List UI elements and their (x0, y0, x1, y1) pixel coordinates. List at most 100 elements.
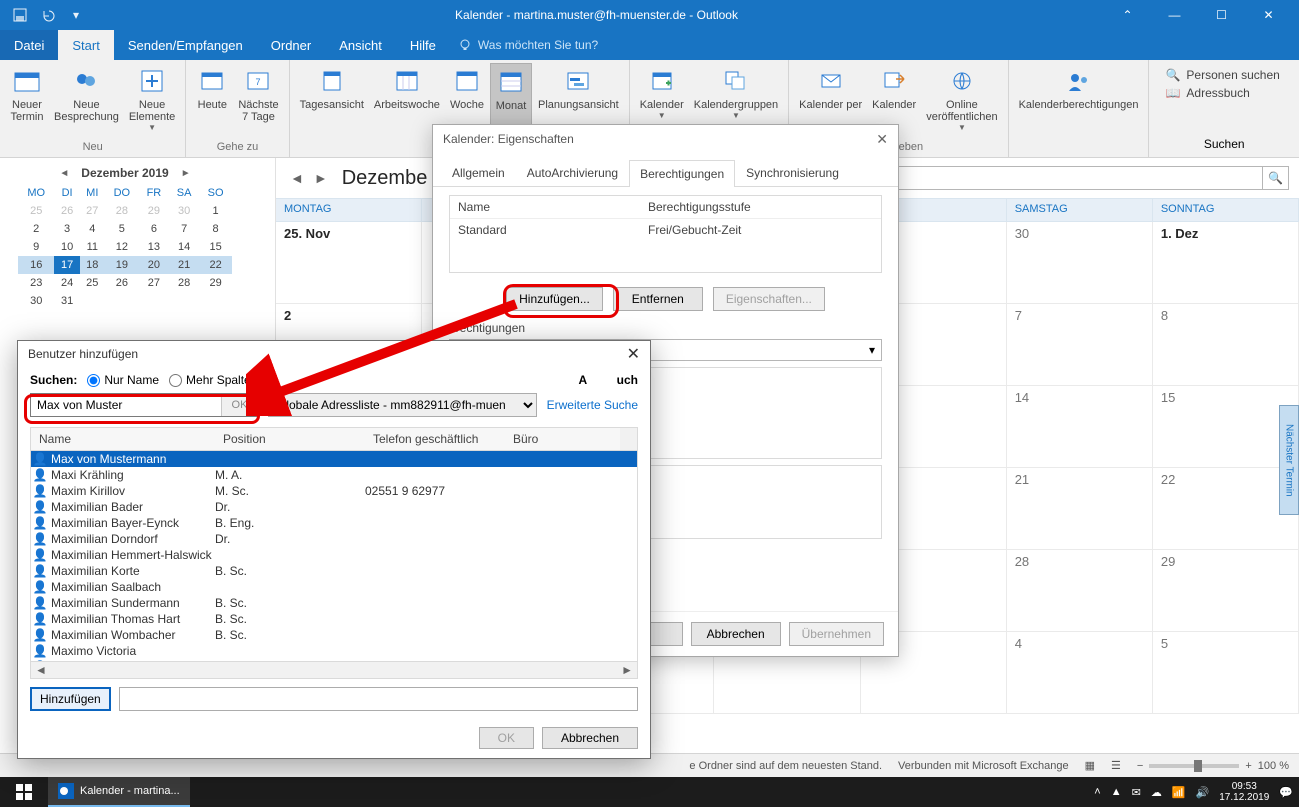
add-to-list-field[interactable] (119, 687, 638, 711)
month-next-button[interactable]: ► (310, 170, 332, 186)
status-connection: Verbunden mit Microsoft Exchange (898, 760, 1069, 772)
adduser-close-button[interactable]: ✕ (627, 344, 640, 364)
props-apply-button[interactable]: Übernehmen (789, 622, 884, 646)
view-reading-icon[interactable]: ☰ (1111, 759, 1121, 772)
perm-row-level: Frei/Gebucht-Zeit (640, 219, 881, 241)
result-row[interactable]: 👤Maximilian BaderDr. (31, 499, 637, 515)
window-controls: ⌃ — ☐ ✕ (1105, 0, 1291, 30)
result-row[interactable]: 👤Maximilian WombacherB. Sc. (31, 627, 637, 643)
tray-notifications-icon[interactable]: 💬 (1279, 786, 1293, 799)
tray-network-icon[interactable]: 📶 (1172, 786, 1186, 799)
add-to-list-button[interactable]: Hinzufügen (30, 687, 111, 711)
person-icon: 👤 (33, 581, 47, 593)
addressbook-button[interactable]: 📖Adressbuch (1159, 84, 1255, 102)
minimize-button[interactable]: — (1152, 0, 1197, 30)
system-tray[interactable]: ˄ ▲ ✉ ☁ 📶 🔊 09:5317.12.2019 💬 (1094, 781, 1299, 803)
today-button[interactable]: Heute (192, 63, 232, 141)
calendar-search-button[interactable]: 🔍 (1263, 166, 1289, 190)
result-row[interactable]: 👤Maximo Victoria (31, 643, 637, 659)
props-close-button[interactable]: ✕ (876, 131, 888, 148)
user-search-input[interactable] (31, 394, 221, 416)
result-row[interactable]: 👤Maxi KrählingM. A. (31, 467, 637, 483)
day-view-button[interactable]: Tagesansicht (296, 63, 368, 141)
result-row[interactable]: 👤Maximilian SundermannB. Sc. (31, 595, 637, 611)
taskbar: Kalender - martina... ˄ ▲ ✉ ☁ 📶 🔊 09:531… (0, 777, 1299, 807)
mini-next-button[interactable]: ► (181, 168, 191, 179)
permissions-list[interactable]: NameBerechtigungsstufe StandardFrei/Gebu… (449, 195, 882, 273)
props-tab-3[interactable]: Synchronisierung (735, 159, 850, 186)
start-button[interactable] (0, 777, 48, 807)
props-tab-2[interactable]: Berechtigungen (629, 160, 735, 187)
result-row[interactable]: 👤Maximilian KorteB. Sc. (31, 563, 637, 579)
add-permission-button[interactable]: Hinzufügen... (506, 287, 603, 311)
opt-more-columns[interactable]: Mehr Spalten (169, 373, 257, 387)
tray-volume-icon[interactable]: 🔊 (1196, 786, 1210, 799)
tray-outlook-icon[interactable]: ✉ (1132, 786, 1141, 799)
adduser-cancel-button[interactable]: Abbrechen (542, 727, 638, 749)
publish-online-button[interactable]: Online veröffentlichen▼ (922, 63, 1001, 141)
addressbook-dropdown[interactable]: Globale Adressliste - mm882911@fh-muen (268, 393, 537, 417)
book-icon: 📖 (1165, 86, 1180, 100)
adduser-ok-button[interactable]: OK (479, 727, 534, 749)
tell-me[interactable]: Was möchten Sie tun? (458, 30, 598, 60)
mini-prev-button[interactable]: ◄ (59, 168, 69, 179)
new-items-button[interactable]: Neue Elemente▼ (125, 63, 179, 141)
opt-name-only[interactable]: Nur Name (87, 373, 159, 387)
result-row[interactable]: 👤Maximilian DorndorfDr. (31, 531, 637, 547)
qa-chevron-down-icon[interactable]: ▾ (64, 4, 88, 26)
chevron-down-icon: ▾ (869, 343, 875, 357)
person-icon: 👤 (33, 549, 47, 561)
col-phone[interactable]: Telefon geschäftlich (365, 428, 505, 450)
search-ok-button[interactable]: OK (221, 394, 257, 416)
result-row[interactable]: 👤Maximilian Saalbach (31, 579, 637, 595)
result-row[interactable]: 👤Maximilian Thomas HartB. Sc. (31, 611, 637, 627)
props-tab-0[interactable]: Allgemein (441, 159, 516, 186)
calendar-permissions-button[interactable]: Kalenderberechtigungen (1015, 63, 1143, 141)
search-label: Suchen: (30, 373, 77, 387)
result-row[interactable]: 👤Maximilian Hemmert-Halswick (31, 547, 637, 563)
menu-bar: Datei Start Senden/Empfangen Ordner Ansi… (0, 30, 1299, 60)
perm-row-name[interactable]: Standard (450, 219, 640, 241)
result-row[interactable]: 👤Maximilian Bayer-EynckB. Eng. (31, 515, 637, 531)
menu-start[interactable]: Start (58, 30, 113, 60)
search-people[interactable]: 🔍Personen suchen (1159, 66, 1285, 84)
tray-onedrive-icon[interactable]: ☁ (1151, 786, 1162, 799)
props-cancel-button[interactable]: Abbrechen (691, 622, 781, 646)
result-row[interactable]: 👤Maxim KirillovM. Sc.02551 9 62977 (31, 483, 637, 499)
tray-chevron-icon[interactable]: ˄ (1094, 786, 1100, 798)
month-prev-button[interactable]: ◄ (286, 170, 308, 186)
menu-help[interactable]: Hilfe (396, 30, 450, 60)
next-appointment-tab[interactable]: Nächster Termin (1279, 405, 1299, 515)
col-office[interactable]: Büro (505, 428, 620, 450)
taskbar-outlook[interactable]: Kalender - martina... (48, 777, 190, 807)
menu-file[interactable]: Datei (0, 30, 58, 60)
month-title: Dezembe (342, 167, 428, 190)
view-normal-icon[interactable]: ▦ (1085, 759, 1095, 772)
props-tab-1[interactable]: AutoArchivierung (516, 159, 629, 186)
menu-view[interactable]: Ansicht (325, 30, 396, 60)
close-button[interactable]: ✕ (1246, 0, 1291, 30)
remove-permission-button[interactable]: Entfernen (613, 287, 703, 311)
horizontal-scrollbar[interactable]: ◄► (31, 661, 637, 678)
ribbon-options-icon[interactable]: ⌃ (1105, 0, 1150, 30)
new-appointment-button[interactable]: Neuer Termin (6, 63, 48, 141)
zoom-control[interactable]: −+100 % (1137, 760, 1289, 772)
next-7-days-button[interactable]: 7Nächste 7 Tage (234, 63, 282, 141)
maximize-button[interactable]: ☐ (1199, 0, 1244, 30)
result-row[interactable]: 👤Max von Mustermann (31, 451, 637, 467)
save-icon[interactable] (8, 4, 32, 26)
person-icon: 👤 (33, 613, 47, 625)
col-name[interactable]: Name (31, 428, 215, 450)
menu-folder[interactable]: Ordner (257, 30, 325, 60)
col-position[interactable]: Position (215, 428, 365, 450)
undo-icon[interactable] (36, 4, 60, 26)
taskbar-clock[interactable]: 09:5317.12.2019 (1219, 781, 1269, 803)
tray-shield-icon[interactable]: ▲ (1111, 786, 1122, 798)
window-title: Kalender - martina.muster@fh-muenster.de… (88, 8, 1105, 22)
svg-text:7: 7 (256, 77, 261, 87)
mini-calendar-grid[interactable]: MODIMIDOFRSASO25262728293012345678910111… (18, 184, 232, 310)
permission-properties-button[interactable]: Eigenschaften... (713, 287, 825, 311)
new-meeting-button[interactable]: Neue Besprechung (50, 63, 123, 141)
advanced-search-link[interactable]: Erweiterte Suche (547, 398, 638, 412)
menu-sendrecv[interactable]: Senden/Empfangen (114, 30, 257, 60)
